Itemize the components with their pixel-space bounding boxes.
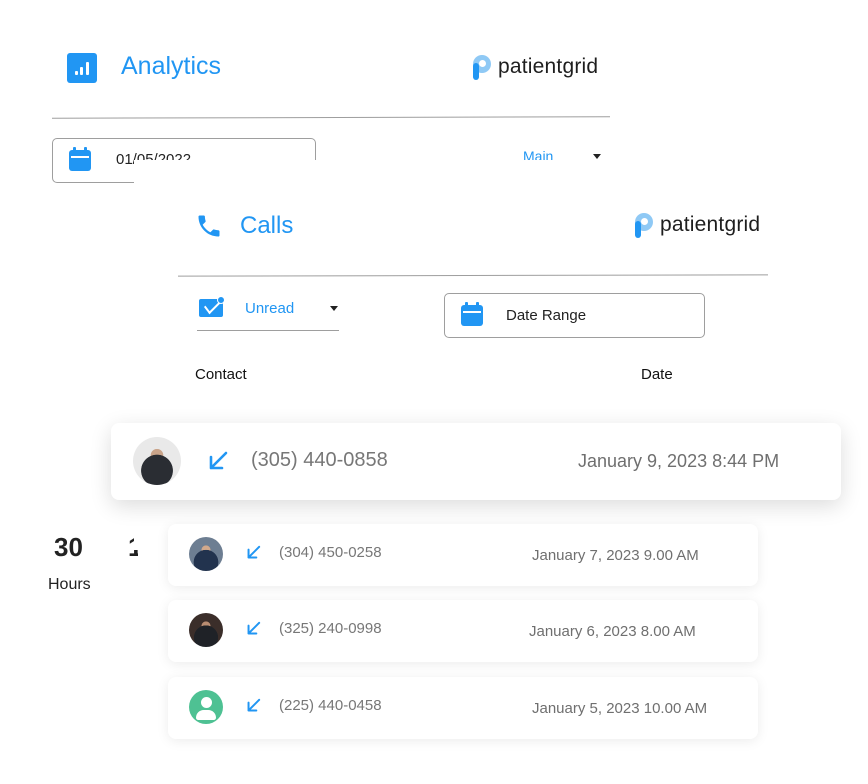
unread-filter-label: Unread — [245, 300, 295, 317]
avatar — [133, 437, 181, 485]
avatar — [189, 613, 223, 647]
brand-name: patientgrid — [498, 55, 599, 78]
contact-phone: (325) 240-0998 — [279, 620, 382, 637]
contact-phone: (304) 450-0258 — [279, 544, 382, 561]
stat-hours-label: Hours — [48, 576, 91, 593]
brand-mark-icon — [472, 54, 492, 80]
avatar-placeholder-icon — [189, 690, 223, 724]
notification-dot — [217, 296, 225, 304]
stat-hours-value: 30 — [54, 532, 83, 562]
analytics-icon — [67, 53, 97, 83]
incoming-call-arrow-icon — [209, 451, 228, 470]
call-row[interactable]: (325) 240-0998 January 6, 2023 8.00 AM — [168, 600, 758, 662]
incoming-call-arrow-icon — [247, 545, 261, 559]
divider — [51, 116, 611, 119]
calendar-icon — [69, 147, 91, 171]
incoming-call-arrow-icon — [247, 621, 261, 635]
date-range-picker[interactable]: Date Range — [444, 293, 705, 338]
caret-down-icon[interactable] — [593, 154, 601, 159]
call-row[interactable]: (225) 440-0458 January 5, 2023 10.00 AM — [168, 677, 758, 739]
analytics-title: Analytics — [121, 52, 222, 80]
contact-phone: (305) 440-0858 — [251, 449, 388, 471]
phone-icon — [198, 215, 220, 237]
incoming-call-arrow-icon — [247, 698, 261, 712]
brand-logo: patientgrid — [472, 54, 598, 80]
call-date: January 5, 2023 10.00 AM — [532, 700, 708, 717]
call-row[interactable]: (304) 450-0258 January 7, 2023 9.00 AM — [168, 524, 758, 586]
date-range-label: Date Range — [506, 307, 587, 324]
avatar — [189, 537, 223, 571]
brand-logo: patientgrid — [634, 212, 760, 238]
calls-title: Calls — [240, 212, 294, 239]
brand-mark-icon — [634, 212, 654, 238]
call-date: January 9, 2023 8:44 PM — [578, 451, 780, 471]
brand-name: patientgrid — [660, 213, 761, 236]
contact-phone: (225) 440-0458 — [279, 697, 382, 714]
call-row[interactable]: (305) 440-0858 January 9, 2023 8:44 PM — [111, 423, 841, 500]
call-date: January 7, 2023 9.00 AM — [532, 547, 699, 564]
column-header-contact[interactable]: Contact — [195, 366, 247, 383]
column-header-date[interactable]: Date — [641, 366, 673, 383]
calendar-icon — [461, 302, 483, 326]
unread-filter-select[interactable]: Unread — [197, 296, 339, 331]
call-date: January 6, 2023 8.00 AM — [529, 623, 696, 640]
caret-down-icon[interactable] — [330, 306, 338, 311]
